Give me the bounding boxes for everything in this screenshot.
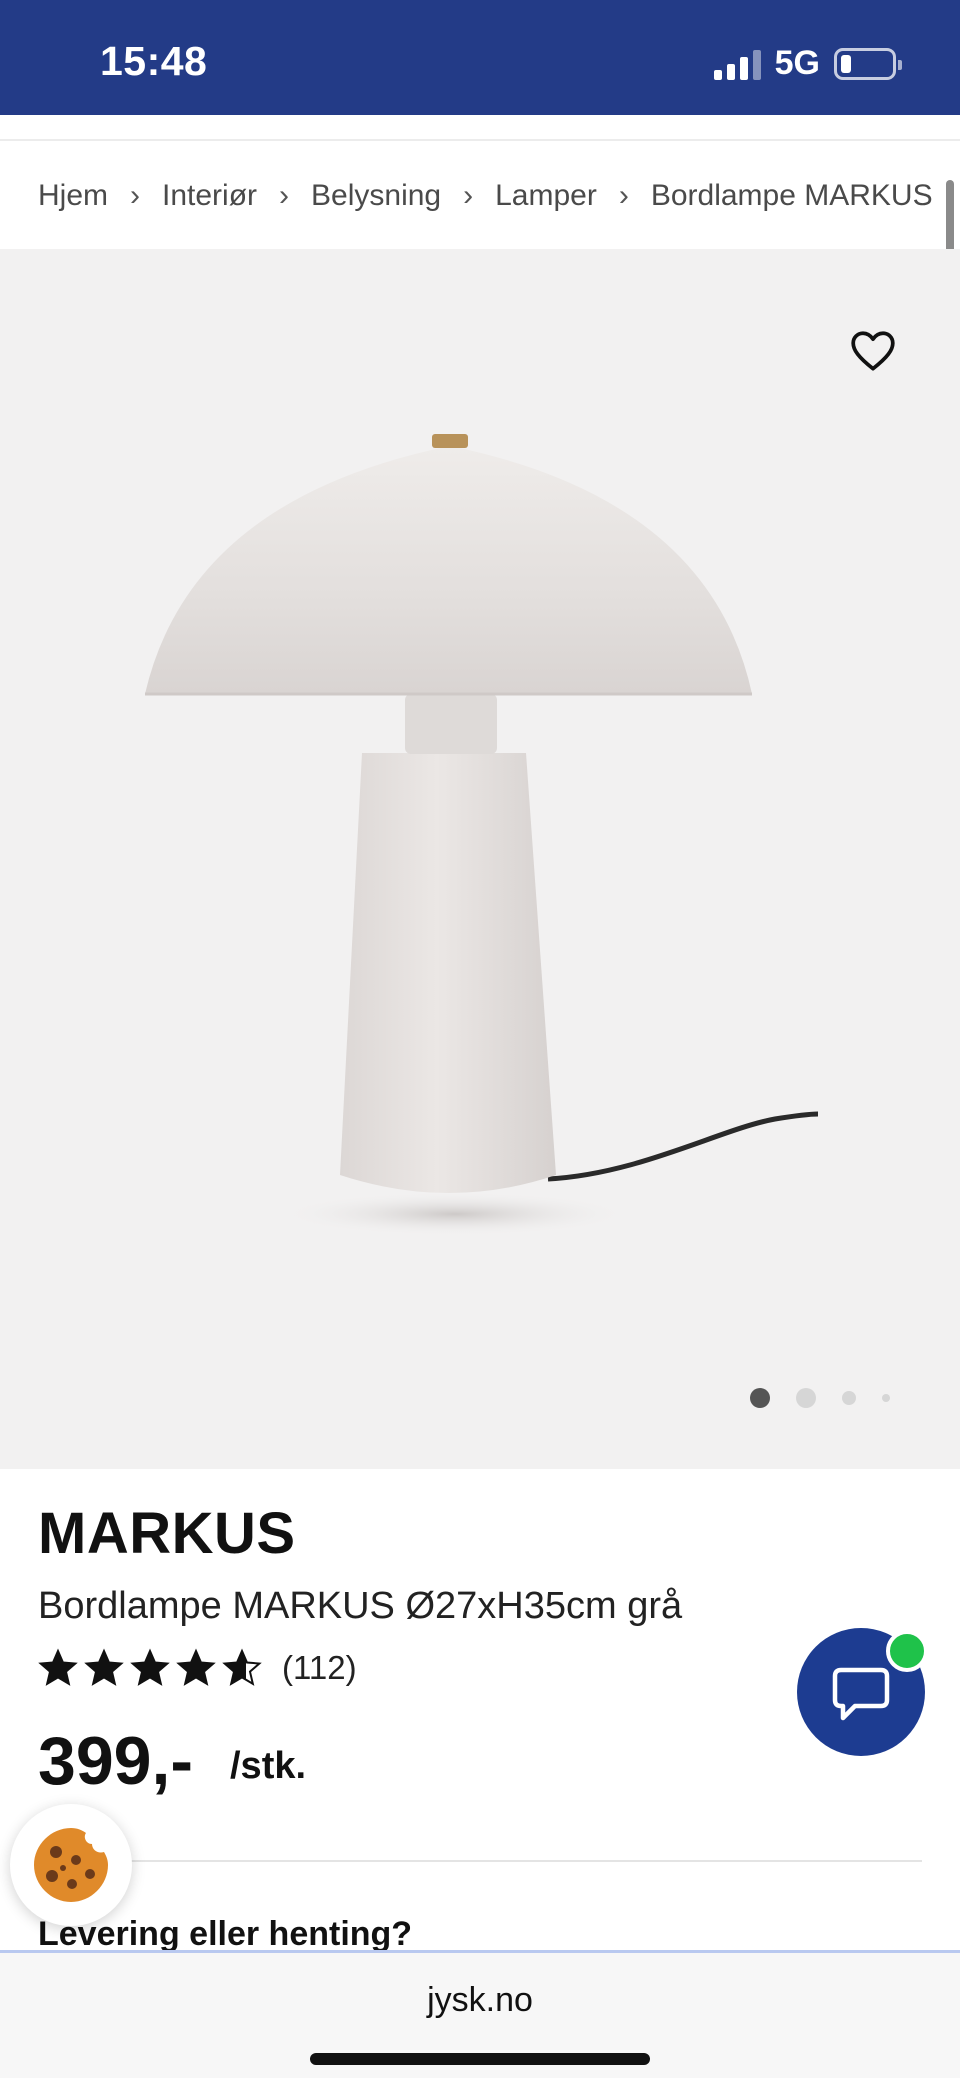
pagination-dot[interactable] xyxy=(882,1394,890,1402)
breadcrumb: Hjem › Interiør › Belysning › Lamper › B… xyxy=(0,143,960,249)
favorite-heart-icon[interactable] xyxy=(848,326,898,376)
chevron-right-icon: › xyxy=(618,179,629,212)
cookie-icon xyxy=(34,1828,108,1902)
header-separator xyxy=(0,115,960,141)
product-title: Bordlampe MARKUS Ø27xH35cm grå xyxy=(38,1585,683,1627)
chat-online-indicator xyxy=(886,1630,928,1672)
star-icon xyxy=(130,1648,170,1686)
rating-stars xyxy=(38,1648,262,1688)
status-time: 15:48 xyxy=(100,38,208,84)
product-price: 399,- xyxy=(38,1723,193,1799)
review-count[interactable]: (112) xyxy=(282,1649,357,1687)
battery-icon xyxy=(834,47,902,80)
breadcrumb-item-current[interactable]: Bordlampe MARKUS xyxy=(651,179,933,213)
home-indicator[interactable] xyxy=(310,2053,650,2065)
price-unit: /stk. xyxy=(230,1745,307,1787)
status-indicators: 5G xyxy=(713,44,902,83)
product-rating[interactable]: (112) xyxy=(38,1648,357,1688)
chevron-right-icon: › xyxy=(130,179,141,212)
breadcrumb-item-hjem[interactable]: Hjem xyxy=(38,179,108,213)
status-bar: 15:48 5G xyxy=(0,0,960,115)
network-label: 5G xyxy=(774,44,820,82)
product-image-gallery[interactable] xyxy=(0,249,960,1469)
star-icon xyxy=(222,1648,262,1686)
pagination-dot[interactable] xyxy=(842,1391,856,1405)
breadcrumb-item-lamper[interactable]: Lamper xyxy=(495,179,597,213)
pagination-dot[interactable] xyxy=(750,1388,770,1408)
pagination-dot[interactable] xyxy=(796,1388,816,1408)
gallery-pagination xyxy=(750,1388,890,1408)
chevron-right-icon: › xyxy=(463,179,474,212)
product-page: 15:48 5G Hjem › Interiør › Belysning › L… xyxy=(0,0,960,2078)
product-brand: MARKUS xyxy=(38,1501,296,1566)
chevron-right-icon: › xyxy=(279,179,290,212)
star-icon xyxy=(176,1648,216,1686)
breadcrumb-item-belysning[interactable]: Belysning xyxy=(311,179,441,213)
browser-address-bar[interactable]: jysk.no xyxy=(0,1950,960,2078)
breadcrumb-item-interior[interactable]: Interiør xyxy=(162,179,257,213)
cookie-settings-button[interactable] xyxy=(10,1804,132,1926)
product-image-lamp xyxy=(145,434,819,1236)
signal-icon xyxy=(713,48,761,80)
star-icon xyxy=(38,1648,78,1686)
url-text[interactable]: jysk.no xyxy=(0,1981,960,2020)
star-icon xyxy=(84,1648,124,1686)
section-divider xyxy=(38,1860,922,1862)
chat-bubble-icon xyxy=(832,1667,890,1721)
